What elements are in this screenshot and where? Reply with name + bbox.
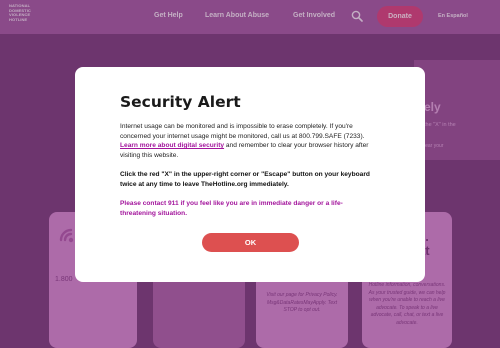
modal-danger-notice: Please contact 911 if you feel like you … <box>120 200 343 217</box>
modal-body-text: Internet usage can be monitored and is i… <box>120 122 375 160</box>
modal-body-prefix: Internet usage can be monitored and is i… <box>120 123 365 140</box>
modal-title: Security Alert <box>120 93 241 111</box>
security-alert-modal: Security Alert Internet usage can be mon… <box>75 67 425 282</box>
ok-button[interactable]: OK <box>202 233 299 252</box>
digital-security-link[interactable]: Learn more about digital security <box>120 142 224 149</box>
modal-escape-instructions: Click the red "X" in the upper-right cor… <box>120 171 370 188</box>
